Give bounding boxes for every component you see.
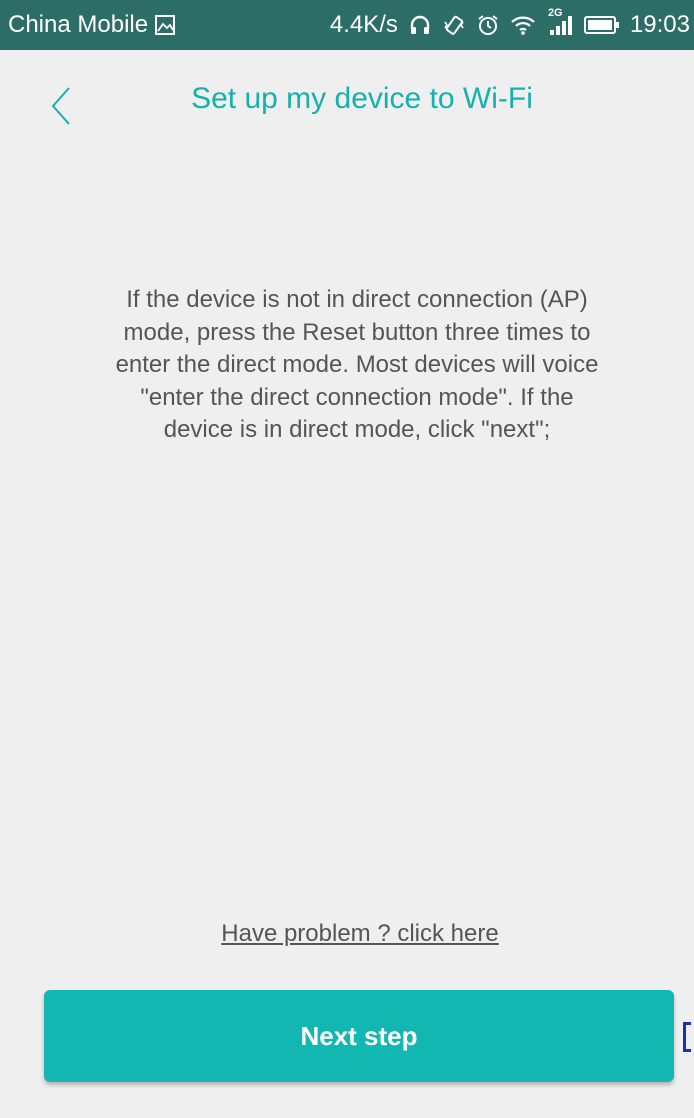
headphones-icon xyxy=(408,13,432,37)
network-type-label: 2G xyxy=(547,7,563,19)
status-right: 4.4K/s 2G 19:03 xyxy=(330,0,690,50)
carrier-name: China Mobile xyxy=(8,11,149,38)
wifi-icon xyxy=(510,14,536,36)
next-step-label: Next step xyxy=(300,1020,418,1051)
battery-icon xyxy=(583,15,620,35)
next-step-button[interactable]: Next step xyxy=(44,990,674,1082)
signal-icon: 2G xyxy=(546,7,574,37)
status-left: China Mobile xyxy=(8,11,176,39)
status-time: 19:03 xyxy=(629,11,690,38)
network-speed: 4.4K/s xyxy=(329,11,398,38)
vibrate-icon xyxy=(442,13,466,37)
status-bar: China Mobile 4.4K/s 2G 19:03 xyxy=(0,0,694,50)
alarm-icon xyxy=(476,13,500,37)
image-icon xyxy=(154,14,176,36)
problem-help-link[interactable]: Have problem ? click here xyxy=(0,920,694,948)
page-title: Set up my device to Wi-Fi xyxy=(191,82,533,115)
header: Set up my device to Wi-Fi xyxy=(0,50,694,160)
instructions-text: If the device is not in direct connectio… xyxy=(115,286,599,443)
edge-fragment xyxy=(683,1022,691,1052)
